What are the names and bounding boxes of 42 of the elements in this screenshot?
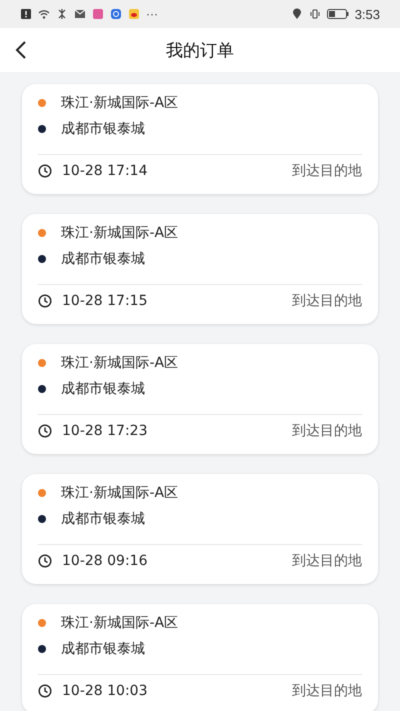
order-time: 10-28 09:16 [62, 553, 148, 569]
status-time: 3:53 [354, 6, 380, 22]
order-card[interactable]: 珠江·新城国际-A区 成都市银泰城 10-28 09:16 到达目的地 [22, 474, 378, 584]
clock-icon [38, 424, 52, 438]
clock-icon [38, 294, 52, 308]
order-card[interactable]: 珠江·新城国际-A区 成都市银泰城 10-28 17:15 到达目的地 [22, 214, 378, 324]
clock-icon [38, 554, 52, 568]
more-notifications: ··· [146, 7, 158, 21]
location-name: 成都市银泰城 [61, 120, 145, 138]
order-time: 10-28 17:15 [62, 293, 148, 309]
order-status: 到达目的地 [292, 682, 362, 700]
app-icon [128, 8, 140, 20]
order-status: 到达目的地 [292, 422, 362, 440]
location-name: 珠江·新城国际-A区 [61, 224, 178, 242]
location-icon [290, 8, 303, 20]
clock-icon [38, 684, 52, 698]
location-name: 成都市银泰城 [61, 380, 145, 398]
page-title: 我的订单 [166, 40, 234, 62]
order-time: 10-28 17:14 [62, 163, 148, 179]
app-icon [110, 8, 122, 20]
order-card[interactable]: 珠江·新城国际-A区 成都市银泰城 10-28 10:03 到达目的地 [22, 604, 378, 711]
app-icon [92, 8, 104, 20]
location-name: 成都市银泰城 [61, 640, 145, 658]
order-card[interactable]: 珠江·新城国际-A区 成都市银泰城 10-28 17:23 到达目的地 [22, 344, 378, 454]
alert-icon [20, 8, 32, 20]
order-status: 到达目的地 [292, 552, 362, 570]
order-status: 到达目的地 [292, 162, 362, 180]
location-name: 成都市银泰城 [61, 250, 145, 268]
vibrate-icon [308, 8, 321, 20]
location-name: 珠江·新城国际-A区 [61, 614, 178, 632]
location-name: 珠江·新城国际-A区 [61, 354, 178, 372]
location-name: 成都市银泰城 [61, 510, 145, 528]
order-card[interactable]: 珠江·新城国际-A区 成都市银泰城 10-28 17:14 到达目的地 [22, 84, 378, 194]
order-status: 到达目的地 [292, 292, 362, 310]
location-name: 珠江·新城国际-A区 [61, 94, 178, 112]
order-time: 10-28 10:03 [62, 683, 148, 699]
order-time: 10-28 17:23 [62, 423, 148, 439]
location-name: 珠江·新城国际-A区 [61, 484, 178, 502]
clock-icon [38, 164, 52, 178]
battery-icon [326, 8, 349, 20]
mail-icon [74, 8, 86, 20]
wifi-icon [38, 8, 50, 20]
